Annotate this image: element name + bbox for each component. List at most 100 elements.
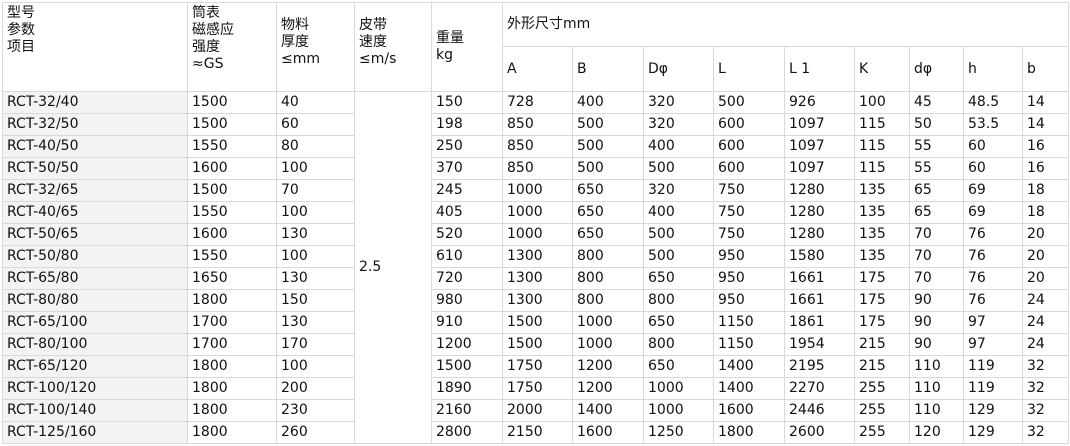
cell-model: RCT-65/80 [2, 267, 188, 290]
table-row: RCT-80/100 1700 170 1200 1500 1000 800 1150 1954… [2, 333, 1070, 356]
cell-material-thickness: 130 [276, 311, 355, 334]
cell-dim-l: 1150 [713, 311, 785, 334]
cell-dim-l1: 926 [784, 91, 855, 114]
cell-dim-b: 1600 [572, 421, 644, 444]
cell-dim-k: 215 [854, 333, 910, 356]
cell-dim-h: 76 [963, 289, 1023, 312]
header-dim-b-small: b [1021, 46, 1070, 92]
cell-dim-a: 850 [502, 113, 573, 136]
header-dim-dphi: Dφ [643, 46, 714, 92]
cell-model: RCT-50/50 [2, 157, 188, 180]
cell-material-thickness: 150 [276, 289, 355, 312]
cell-dim-l1: 2195 [784, 355, 855, 378]
cell-dim-small-dphi: 110 [909, 377, 964, 400]
cell-material-thickness: 70 [276, 179, 355, 202]
cell-model: RCT-100/120 [2, 377, 188, 400]
cell-dim-dphi: 1250 [643, 421, 714, 444]
cell-dim-a: 850 [502, 135, 573, 158]
cell-dim-b: 650 [572, 223, 644, 246]
cell-material-thickness: 100 [276, 355, 355, 378]
cell-field-strength: 1800 [187, 289, 277, 312]
table-row: RCT-65/120 1800 100 1500 1750 1200 650 1400 2195… [2, 355, 1070, 378]
cell-model: RCT-32/40 [2, 91, 188, 114]
cell-material-thickness: 260 [276, 421, 355, 444]
cell-field-strength: 1800 [187, 421, 277, 444]
cell-weight: 910 [431, 311, 503, 334]
header-model: 型号 参数 项目 [2, 2, 188, 92]
cell-dim-l: 750 [713, 223, 785, 246]
cell-weight: 980 [431, 289, 503, 312]
cell-dim-l: 750 [713, 201, 785, 224]
cell-material-thickness: 100 [276, 157, 355, 180]
header-dim-l: L [713, 46, 785, 92]
header-dim-l1: L 1 [784, 46, 855, 92]
cell-dim-small-dphi: 65 [909, 179, 964, 202]
cell-model: RCT-40/50 [2, 135, 188, 158]
cell-dim-k: 115 [854, 113, 910, 136]
cell-dim-b-small: 16 [1021, 135, 1070, 158]
cell-dim-k: 215 [854, 355, 910, 378]
cell-dim-h: 129 [963, 399, 1023, 422]
cell-dim-k: 255 [854, 421, 910, 444]
cell-model: RCT-50/65 [2, 223, 188, 246]
cell-dim-b-small: 20 [1021, 267, 1070, 290]
cell-dim-l1: 1661 [784, 267, 855, 290]
cell-weight: 720 [431, 267, 503, 290]
cell-dim-h: 97 [963, 333, 1023, 356]
cell-dim-l: 600 [713, 157, 785, 180]
cell-weight: 1200 [431, 333, 503, 356]
cell-material-thickness: 40 [276, 91, 355, 114]
cell-dim-a: 1000 [502, 201, 573, 224]
table-row: RCT-65/80 1650 130 720 1300 800 650 950 1661 175 7… [2, 267, 1070, 290]
cell-model: RCT-80/100 [2, 333, 188, 356]
cell-model: RCT-40/65 [2, 201, 188, 224]
cell-dim-b-small: 32 [1021, 355, 1070, 378]
cell-dim-b: 1200 [572, 377, 644, 400]
cell-field-strength: 1800 [187, 377, 277, 400]
cell-weight: 370 [431, 157, 503, 180]
cell-material-thickness: 100 [276, 245, 355, 268]
cell-dim-l1: 1097 [784, 113, 855, 136]
cell-dim-dphi: 800 [643, 289, 714, 312]
cell-weight: 2800 [431, 421, 503, 444]
cell-field-strength: 1800 [187, 355, 277, 378]
table-body: RCT-32/40 1500 40 2.5 150 728 400 320 500 926 100 4… [2, 91, 1070, 444]
cell-dim-dphi: 1000 [643, 377, 714, 400]
cell-material-thickness: 130 [276, 267, 355, 290]
cell-dim-k: 100 [854, 91, 910, 114]
cell-dim-dphi: 650 [643, 311, 714, 334]
cell-dim-b-small: 14 [1021, 113, 1070, 136]
cell-dim-k: 115 [854, 135, 910, 158]
table-row: RCT-32/40 1500 40 2.5 150 728 400 320 500 926 100 4… [2, 91, 1070, 444]
cell-dim-l: 950 [713, 267, 785, 290]
cell-weight: 1500 [431, 355, 503, 378]
cell-field-strength: 1500 [187, 179, 277, 202]
cell-dim-h: 69 [963, 201, 1023, 224]
cell-field-strength: 1800 [187, 399, 277, 422]
cell-dim-dphi: 500 [643, 157, 714, 180]
cell-dim-small-dphi: 110 [909, 355, 964, 378]
cell-dim-l: 1400 [713, 355, 785, 378]
cell-dim-l1: 2270 [784, 377, 855, 400]
table-row: RCT-40/50 1550 80 250 850 500 400 600 1097 115 55 6… [2, 135, 1070, 158]
cell-dim-h: 60 [963, 135, 1023, 158]
cell-dim-dphi: 320 [643, 113, 714, 136]
table-row: RCT-125/160 1800 260 2800 2150 1600 1250 1800 26… [2, 421, 1070, 444]
cell-weight: 520 [431, 223, 503, 246]
header-dim-b: B [572, 46, 644, 92]
cell-field-strength: 1650 [187, 267, 277, 290]
cell-dim-l1: 2446 [784, 399, 855, 422]
header-material-thickness: 物料 厚度 ≤mm [276, 2, 355, 92]
cell-dim-b-small: 20 [1021, 223, 1070, 246]
cell-dim-b: 1200 [572, 355, 644, 378]
cell-field-strength: 1600 [187, 223, 277, 246]
cell-belt-speed: 2.5 [354, 91, 432, 444]
cell-weight: 150 [431, 91, 503, 114]
cell-dim-dphi: 650 [643, 355, 714, 378]
cell-dim-small-dphi: 70 [909, 223, 964, 246]
cell-material-thickness: 230 [276, 399, 355, 422]
cell-dim-a: 1750 [502, 355, 573, 378]
cell-dim-l: 1400 [713, 377, 785, 400]
cell-dim-b-small: 32 [1021, 421, 1070, 444]
cell-dim-small-dphi: 90 [909, 333, 964, 356]
